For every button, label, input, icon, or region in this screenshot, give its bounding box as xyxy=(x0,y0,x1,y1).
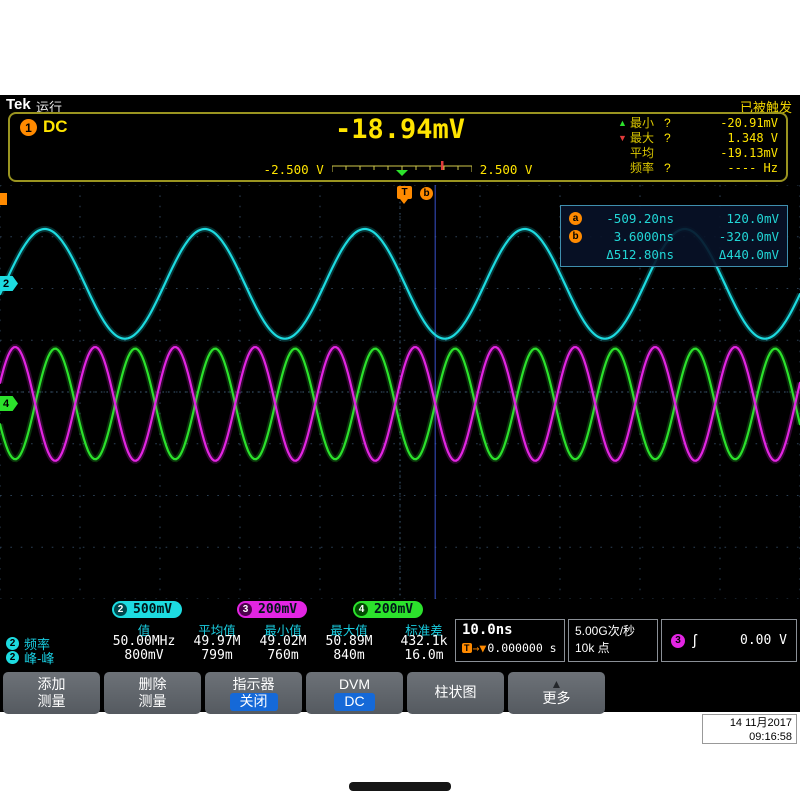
level-marker-icon xyxy=(441,161,444,170)
channel-2-scale-pill[interactable]: 2 500mV xyxy=(112,601,182,618)
bezel-notch xyxy=(349,782,451,791)
date-label: 14 11月2017 xyxy=(707,716,792,730)
trigger-position-icon[interactable]: T xyxy=(397,186,412,199)
trigger-source-badge: 3 xyxy=(671,634,685,648)
trigger-settings-box[interactable]: 3 ʃ 0.00 V xyxy=(661,619,797,662)
sample-rate-readout: 5.00G次/秒 xyxy=(575,623,651,640)
channel-4-scale-pill[interactable]: 4 200mV xyxy=(353,601,423,618)
measurement-banner: 1 DC -18.94mV ▲ 最小 ? -20.91mV ▼ 最大 ? 1.3… xyxy=(8,112,788,182)
measurement-row-freq: 50.00MHz 49.97M 49.02M 50.89M 432.1k xyxy=(104,634,466,649)
max-marker-icon: ▼ xyxy=(618,133,630,143)
acquisition-settings-box[interactable]: 5.00G次/秒 10k 点 xyxy=(568,619,658,662)
trigger-position-readout: T →▼ 0.000000 s xyxy=(462,641,558,655)
indicators-state-chip: 关闭 xyxy=(230,693,278,711)
datetime-display: 14 11月2017 09:16:58 xyxy=(702,714,797,744)
stat-min: ▲ 最小 ? -20.91mV xyxy=(618,115,778,130)
chevron-up-icon: ▲ xyxy=(551,679,563,690)
cursor-a-edge-marker-icon[interactable] xyxy=(0,193,7,205)
channel-1-badge: 1 xyxy=(20,119,37,136)
measurement-row-label-pkpk: 2 峰-峰 xyxy=(6,648,54,667)
channel-3-scale-pill[interactable]: 3 200mV xyxy=(237,601,307,618)
more-button[interactable]: ▲ 更多 xyxy=(508,672,605,714)
cursor-a-row: a -509.20ns 120.0mV xyxy=(569,209,779,227)
min-marker-icon: ▲ xyxy=(618,118,630,128)
ground-marker-icon xyxy=(396,170,408,176)
cursor-b-row: b 3.6000ns -320.0mV xyxy=(569,227,779,245)
histogram-button[interactable]: 柱状图 xyxy=(407,672,504,714)
time-label: 09:16:58 xyxy=(707,730,792,744)
oscilloscope-screen: Tek 运行 已被触发 1 DC -18.94mV ▲ 最小 ? -20.91m… xyxy=(0,95,800,712)
indicators-button[interactable]: 指示器 关闭 xyxy=(205,672,302,714)
cursor-b-marker-icon[interactable]: b xyxy=(420,187,433,200)
stat-max: ▼ 最大 ? 1.348 V xyxy=(618,130,778,145)
add-measurement-button[interactable]: 添加 测量 xyxy=(3,672,100,714)
horizontal-settings-box[interactable]: 10.0ns T →▼ 0.000000 s xyxy=(455,619,565,662)
range-ruler xyxy=(332,161,472,177)
cursor-delta-row: Δ512.80ns Δ440.0mV xyxy=(569,245,779,263)
range-scale: -2.500 V 2.500 V xyxy=(10,158,786,180)
dvm-reading: -18.94mV xyxy=(210,114,590,145)
coupling-label: DC xyxy=(43,117,68,137)
delete-measurement-button[interactable]: 删除 测量 xyxy=(104,672,201,714)
record-length-readout: 10k 点 xyxy=(575,640,651,657)
range-min-label: -2.500 V xyxy=(264,162,324,177)
cursor-readout-box: a -509.20ns 120.0mV b 3.6000ns -320.0mV … xyxy=(560,205,788,267)
dvm-button[interactable]: DVM DC xyxy=(306,672,403,714)
dvm-mode-chip: DC xyxy=(334,693,374,711)
cursor-a-badge: a xyxy=(569,212,582,225)
range-max-label: 2.500 V xyxy=(480,162,533,177)
trigger-level-readout: 0.00 V xyxy=(740,633,787,648)
tek-logo: Tek xyxy=(6,96,31,113)
measurement-row-pkpk: 800mV 799m 760m 840m 16.0m xyxy=(104,648,466,663)
trigger-t-icon: T xyxy=(462,643,472,653)
timebase-readout: 10.0ns xyxy=(462,622,558,638)
cursor-b-badge: b xyxy=(569,230,582,243)
trigger-slope-icon: ʃ xyxy=(693,632,696,649)
trigger-arrow-icon: →▼ xyxy=(473,641,487,655)
